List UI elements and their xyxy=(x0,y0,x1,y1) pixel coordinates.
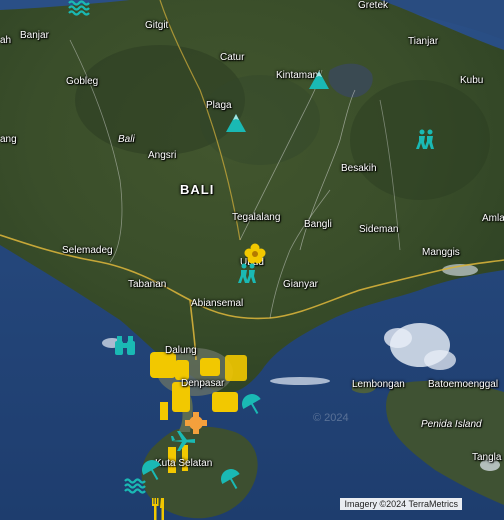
place-label-gobleg: Gobleg xyxy=(66,76,99,87)
place-label-ah: ah xyxy=(0,35,12,46)
restaurant-marker-south[interactable] xyxy=(150,498,166,520)
place-label-lembongan: Lembongan xyxy=(352,379,405,390)
region-label-bali: BALI xyxy=(180,182,215,197)
mountain-icon xyxy=(308,71,330,94)
hiking-marker-besakih[interactable] xyxy=(415,128,437,155)
mountain-icon xyxy=(225,114,247,137)
hikers-icon xyxy=(415,129,437,154)
hiking-marker-ubud[interactable] xyxy=(237,262,259,289)
place-label-plaga: Plaga xyxy=(206,100,232,111)
place-label-abiansemal: Abiansemal xyxy=(191,298,244,309)
place-label-manggis: Manggis xyxy=(422,247,460,258)
mountain-marker-kintamani[interactable] xyxy=(308,70,330,95)
binoculars-icon xyxy=(113,336,137,361)
beach-umbrella-marker-sanur[interactable] xyxy=(240,392,264,421)
waves-icon xyxy=(124,478,146,498)
beach-marker-south[interactable] xyxy=(124,478,146,499)
place-label-kubu: Kubu xyxy=(460,75,484,86)
place-label-tabanan: Tabanan xyxy=(128,279,167,290)
hikers-icon xyxy=(237,263,259,288)
place-label-batoemoenggal: Batoemoenggal xyxy=(428,379,499,390)
mountain-marker-plaga[interactable] xyxy=(225,113,247,138)
place-label-ang: ang xyxy=(0,134,17,145)
place-label-tianjar: Tianjar xyxy=(408,36,439,47)
imagery-attribution: Imagery ©2024 TerraMetrics xyxy=(340,498,462,510)
place-label-bali: Bali xyxy=(118,134,135,145)
airport-marker[interactable] xyxy=(170,430,196,457)
viewpoint-marker[interactable] xyxy=(113,335,137,362)
place-label-gitgit: Gitgit xyxy=(145,20,169,31)
beach-umbrella-marker-nusa-dua[interactable] xyxy=(219,467,243,496)
umbrella-icon xyxy=(219,469,243,495)
place-label-besakih: Besakih xyxy=(341,163,377,174)
place-label-angsri: Angsri xyxy=(148,150,177,161)
place-label-banjar: Banjar xyxy=(20,30,49,41)
place-label-sideman: Sideman xyxy=(359,224,399,235)
beach-marker[interactable] xyxy=(68,0,90,21)
place-label-tegalalang: Tegalalang xyxy=(232,212,281,223)
place-label-gianyar: Gianyar xyxy=(283,279,319,290)
waves-icon xyxy=(68,0,90,20)
place-label-tangla: Tangla xyxy=(472,452,502,463)
place-label-denpasar: Denpasar xyxy=(181,378,225,389)
fork-knife-icon xyxy=(150,498,166,520)
umbrella-icon xyxy=(240,394,264,420)
watermark: © 2024 xyxy=(313,412,349,424)
place-label-selemadeg: Selemadeg xyxy=(62,245,113,256)
place-label-penida-island: Penida Island xyxy=(421,419,482,430)
map-view[interactable]: Gretek Gitgit Banjar ah Tianjar Catur Kintaman… xyxy=(0,0,504,520)
place-label-amla: Amla xyxy=(482,213,504,224)
place-label-catur: Catur xyxy=(220,52,245,63)
place-label-gretek: Gretek xyxy=(358,0,389,11)
plane-icon xyxy=(170,431,196,456)
place-label-dalung: Dalung xyxy=(165,345,197,356)
place-label-bangli: Bangli xyxy=(304,219,332,230)
